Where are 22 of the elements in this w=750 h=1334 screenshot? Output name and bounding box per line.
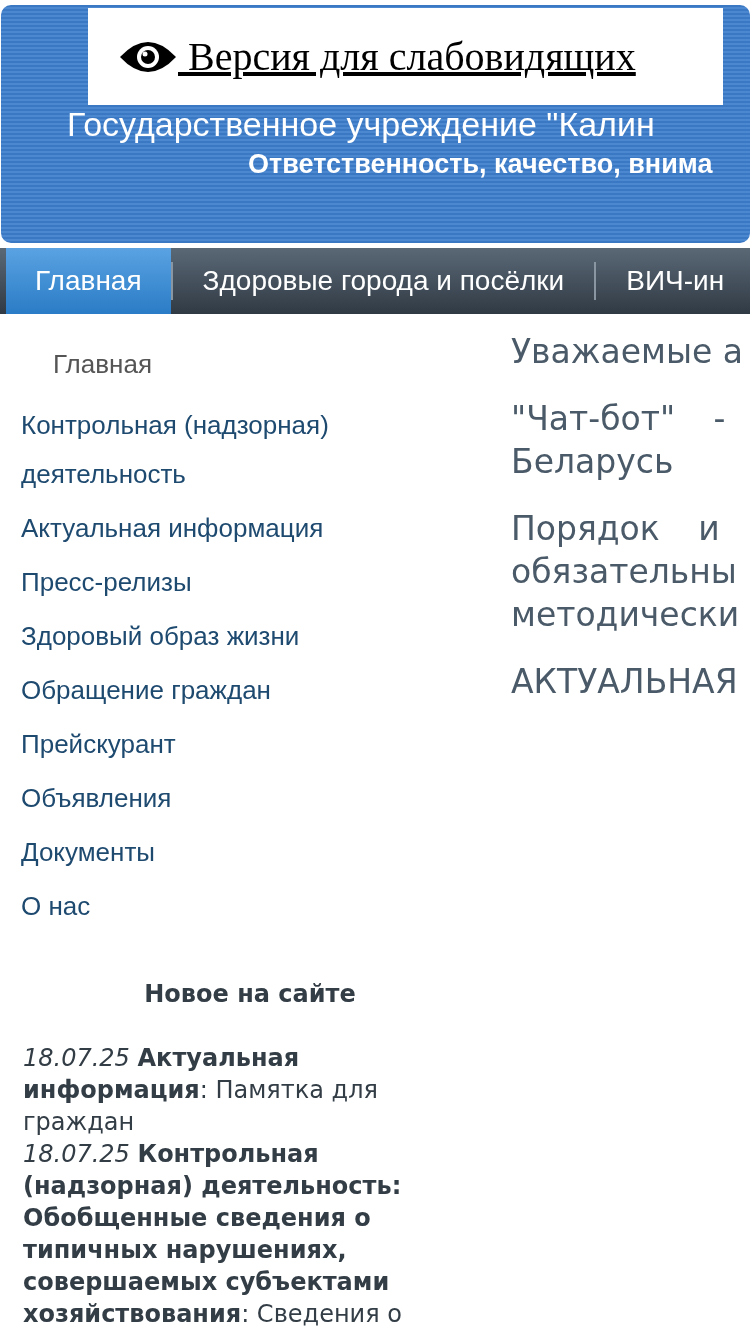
sidebar-link[interactable]: Контрольная (надзорная) деятельность (21, 401, 401, 499)
site-slogan: Ответственность, качество, внима (248, 151, 713, 178)
accessibility-link[interactable]: Версия для слабовидящих (88, 8, 723, 105)
sidebar-link[interactable]: Объявления (21, 774, 401, 823)
sidebar-link[interactable]: Обращение граждан (21, 666, 401, 715)
sidebar-link[interactable]: Прейскурант (21, 720, 401, 769)
sidebar-link[interactable]: О нас (21, 882, 401, 931)
news-heading: Новое на сайте (143, 979, 357, 1010)
sidebar-link[interactable]: Главная (21, 340, 401, 389)
sidebar-link[interactable]: Пресс-релизы (21, 558, 401, 607)
nav-tab[interactable]: Здоровые города и посёлки (172, 248, 595, 314)
content-paragraph: Порядок и обязательны методически (511, 508, 741, 636)
site-title: Государственное учреждение "Калин (67, 107, 655, 141)
news-item: 18.07.25 Актуальная информация: Памятка для граждан (23, 1043, 379, 1138)
content-paragraph: "Чат-бот" - Беларусь (511, 398, 727, 483)
sidebar-link[interactable]: Здоровый образ жизни (21, 612, 401, 661)
nav-tab[interactable]: ВИЧ-ин (596, 248, 750, 314)
sidebar-link[interactable]: Документы (21, 828, 401, 877)
content-paragraph: Уважаемые а (511, 331, 743, 373)
content-paragraph: АКТУАЛЬНАЯ (511, 661, 739, 703)
news-item: 18.07.25 Контрольная (надзорная) деятельность: Обобщенные сведения о типичных нарушениях, совершаемых субъектами хозяйствования: Сведения о (23, 1139, 403, 1330)
sidebar-link[interactable]: Актуальная информация (21, 504, 401, 553)
